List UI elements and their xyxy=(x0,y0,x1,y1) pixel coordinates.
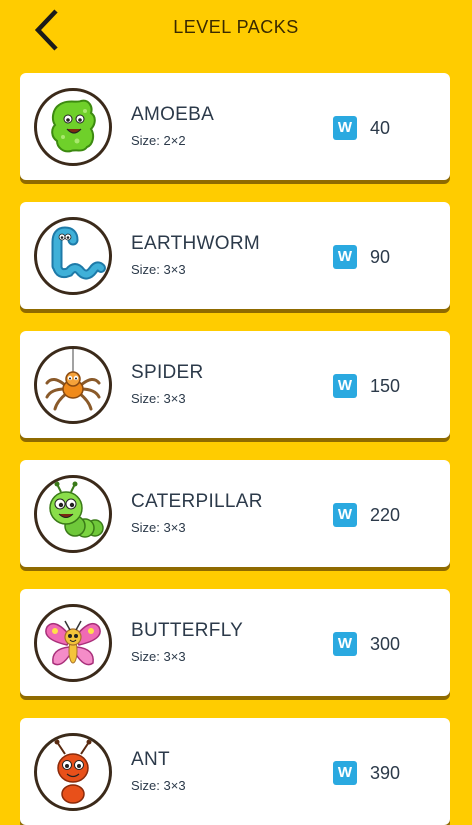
w-coin-icon: W xyxy=(333,761,357,785)
pack-size: Size: 2×2 xyxy=(131,133,186,148)
butterfly-icon xyxy=(34,604,112,682)
level-pack-list: AMOEBA Size: 2×2 W 40 EARTHWORM Size: 3×… xyxy=(0,0,472,825)
caterpillar-icon xyxy=(34,475,112,553)
pack-size: Size: 3×3 xyxy=(131,778,186,793)
w-coin-icon: W xyxy=(333,374,357,398)
w-coin-icon: W xyxy=(333,632,357,656)
w-coin-icon: W xyxy=(333,503,357,527)
pack-size: Size: 3×3 xyxy=(131,391,186,406)
pack-cost-value: 150 xyxy=(370,376,401,396)
pack-cost-value: 90 xyxy=(370,247,391,267)
pack-name: ANT xyxy=(131,749,170,770)
level-pack-card-butterfly[interactable]: BUTTERFLY Size: 3×3 W 300 xyxy=(20,589,450,696)
header: LEVEL PACKS xyxy=(0,0,472,58)
level-pack-card-earthworm[interactable]: EARTHWORM Size: 3×3 W 90 xyxy=(20,202,450,309)
pack-cost-value: 390 xyxy=(370,763,401,783)
pack-name: CATERPILLAR xyxy=(131,491,263,512)
earthworm-icon xyxy=(34,217,112,295)
level-pack-card-caterpillar[interactable]: CATERPILLAR Size: 3×3 W 220 xyxy=(20,460,450,567)
pack-size: Size: 3×3 xyxy=(131,649,186,664)
pack-cost-value: 220 xyxy=(370,505,401,525)
pack-cost-value: 300 xyxy=(370,634,401,654)
ant-icon xyxy=(34,733,112,811)
level-pack-card-spider[interactable]: SPIDER Size: 3×3 W 150 xyxy=(20,331,450,438)
pack-size: Size: 3×3 xyxy=(131,520,186,535)
pack-name: BUTTERFLY xyxy=(131,620,244,641)
pack-size: Size: 3×3 xyxy=(131,262,186,277)
page-title: LEVEL PACKS xyxy=(173,17,299,37)
level-pack-card-ant[interactable]: ANT Size: 3×3 W 390 xyxy=(20,718,450,825)
pack-name: EARTHWORM xyxy=(131,233,261,254)
w-coin-icon: W xyxy=(333,245,357,269)
spider-icon xyxy=(34,346,112,424)
level-pack-card-amoeba[interactable]: AMOEBA Size: 2×2 W 40 xyxy=(20,73,450,180)
pack-cost-value: 40 xyxy=(370,118,391,138)
pack-name: SPIDER xyxy=(131,362,204,383)
pack-name: AMOEBA xyxy=(131,104,215,125)
amoeba-icon xyxy=(34,88,112,166)
w-coin-icon: W xyxy=(333,116,357,140)
